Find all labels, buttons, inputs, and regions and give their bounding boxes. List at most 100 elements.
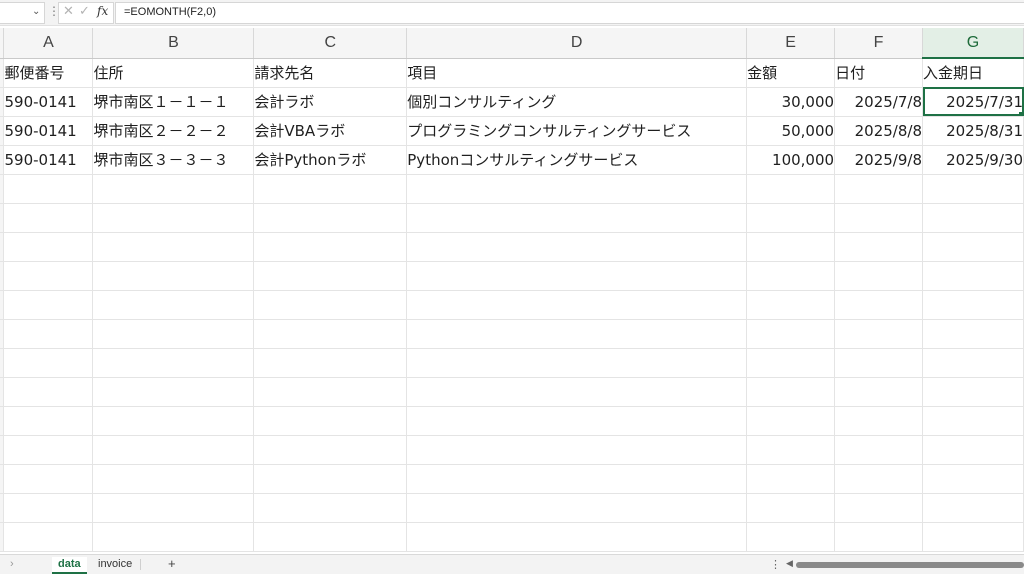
empty-cell[interactable]: [406, 464, 748, 494]
scrollbar-thumb[interactable]: [796, 562, 1024, 568]
cell-c4[interactable]: 会計Pythonラボ: [253, 145, 408, 175]
empty-cell[interactable]: [922, 319, 1024, 349]
empty-cell[interactable]: [92, 261, 255, 291]
empty-cell[interactable]: [746, 493, 836, 523]
empty-cell[interactable]: [3, 174, 94, 204]
empty-cell[interactable]: [92, 290, 255, 320]
cell-b1[interactable]: 住所: [92, 58, 255, 88]
cell-f1[interactable]: 日付: [834, 58, 923, 88]
empty-cell[interactable]: [92, 435, 255, 465]
cell-d4[interactable]: Pythonコンサルティングサービス: [406, 145, 748, 175]
cell-d3[interactable]: プログラミングコンサルティングサービス: [406, 116, 748, 146]
empty-cell[interactable]: [834, 493, 923, 523]
empty-cell[interactable]: [834, 174, 923, 204]
empty-cell[interactable]: [92, 406, 255, 436]
cancel-icon[interactable]: ✕: [63, 4, 74, 19]
empty-cell[interactable]: [3, 319, 94, 349]
formula-text[interactable]: =EOMONTH(F2,0): [124, 6, 216, 18]
empty-cell[interactable]: [746, 348, 836, 378]
empty-cell[interactable]: [834, 464, 923, 494]
empty-cell[interactable]: [3, 232, 94, 262]
empty-cell[interactable]: [834, 377, 923, 407]
empty-cell[interactable]: [406, 290, 748, 320]
cell-e3[interactable]: 50,000: [746, 116, 836, 146]
empty-cell[interactable]: [253, 174, 408, 204]
column-header-e[interactable]: E: [746, 28, 836, 59]
empty-cell[interactable]: [406, 522, 748, 552]
name-box[interactable]: ⌄: [0, 2, 45, 24]
empty-cell[interactable]: [746, 232, 836, 262]
column-header-f[interactable]: F: [834, 28, 923, 59]
cell-c1[interactable]: 請求先名: [253, 58, 408, 88]
cell-g1[interactable]: 入金期日: [922, 58, 1024, 88]
scroll-left-icon[interactable]: ◀: [786, 558, 793, 569]
empty-cell[interactable]: [922, 174, 1024, 204]
formula-input[interactable]: =EOMONTH(F2,0): [115, 2, 1024, 24]
empty-cell[interactable]: [746, 174, 836, 204]
empty-cell[interactable]: [746, 406, 836, 436]
empty-cell[interactable]: [92, 174, 255, 204]
check-icon[interactable]: ✓: [79, 4, 90, 19]
empty-cell[interactable]: [92, 522, 255, 552]
empty-cell[interactable]: [406, 348, 748, 378]
cell-a1[interactable]: 郵便番号: [3, 58, 94, 88]
empty-cell[interactable]: [406, 261, 748, 291]
empty-cell[interactable]: [406, 319, 748, 349]
cell-g4[interactable]: 2025/9/30: [922, 145, 1024, 175]
empty-cell[interactable]: [253, 261, 408, 291]
empty-cell[interactable]: [834, 406, 923, 436]
add-sheet-button[interactable]: +: [168, 556, 176, 571]
empty-cell[interactable]: [92, 232, 255, 262]
empty-cell[interactable]: [834, 203, 923, 233]
empty-cell[interactable]: [746, 522, 836, 552]
empty-cell[interactable]: [922, 435, 1024, 465]
empty-cell[interactable]: [746, 261, 836, 291]
empty-cell[interactable]: [92, 348, 255, 378]
empty-cell[interactable]: [3, 406, 94, 436]
empty-cell[interactable]: [834, 261, 923, 291]
empty-cell[interactable]: [3, 435, 94, 465]
empty-cell[interactable]: [834, 435, 923, 465]
cell-c3[interactable]: 会計VBAラボ: [253, 116, 408, 146]
empty-cell[interactable]: [253, 464, 408, 494]
cell-d1[interactable]: 項目: [406, 58, 748, 88]
empty-cell[interactable]: [922, 464, 1024, 494]
column-header-g[interactable]: G: [922, 28, 1024, 59]
empty-cell[interactable]: [253, 493, 408, 523]
empty-cell[interactable]: [253, 522, 408, 552]
cell-b2[interactable]: 堺市南区１－１－１: [92, 87, 255, 117]
empty-cell[interactable]: [253, 348, 408, 378]
column-header-d[interactable]: D: [406, 28, 748, 59]
cell-a4[interactable]: 590-0141: [3, 145, 94, 175]
empty-cell[interactable]: [92, 377, 255, 407]
more-options-icon[interactable]: ⋮: [770, 558, 781, 571]
empty-cell[interactable]: [922, 406, 1024, 436]
cell-b3[interactable]: 堺市南区２－２－２: [92, 116, 255, 146]
empty-cell[interactable]: [746, 435, 836, 465]
empty-cell[interactable]: [406, 232, 748, 262]
cell-a2[interactable]: 590-0141: [3, 87, 94, 117]
empty-cell[interactable]: [3, 464, 94, 494]
cell-b4[interactable]: 堺市南区３－３－３: [92, 145, 255, 175]
empty-cell[interactable]: [253, 319, 408, 349]
cell-g3[interactable]: 2025/8/31: [922, 116, 1024, 146]
empty-cell[interactable]: [253, 377, 408, 407]
cell-c2[interactable]: 会計ラボ: [253, 87, 408, 117]
empty-cell[interactable]: [253, 203, 408, 233]
empty-cell[interactable]: [253, 406, 408, 436]
empty-cell[interactable]: [92, 464, 255, 494]
empty-cell[interactable]: [746, 319, 836, 349]
empty-cell[interactable]: [3, 261, 94, 291]
empty-cell[interactable]: [3, 377, 94, 407]
cell-e1[interactable]: 金額: [746, 58, 836, 88]
column-header-c[interactable]: C: [253, 28, 408, 59]
empty-cell[interactable]: [922, 203, 1024, 233]
empty-cell[interactable]: [746, 203, 836, 233]
empty-cell[interactable]: [406, 406, 748, 436]
cell-a3[interactable]: 590-0141: [3, 116, 94, 146]
cell-f4[interactable]: 2025/9/8: [834, 145, 923, 175]
chevron-down-icon[interactable]: ⌄: [32, 6, 40, 17]
empty-cell[interactable]: [253, 290, 408, 320]
empty-cell[interactable]: [834, 290, 923, 320]
empty-cell[interactable]: [406, 174, 748, 204]
